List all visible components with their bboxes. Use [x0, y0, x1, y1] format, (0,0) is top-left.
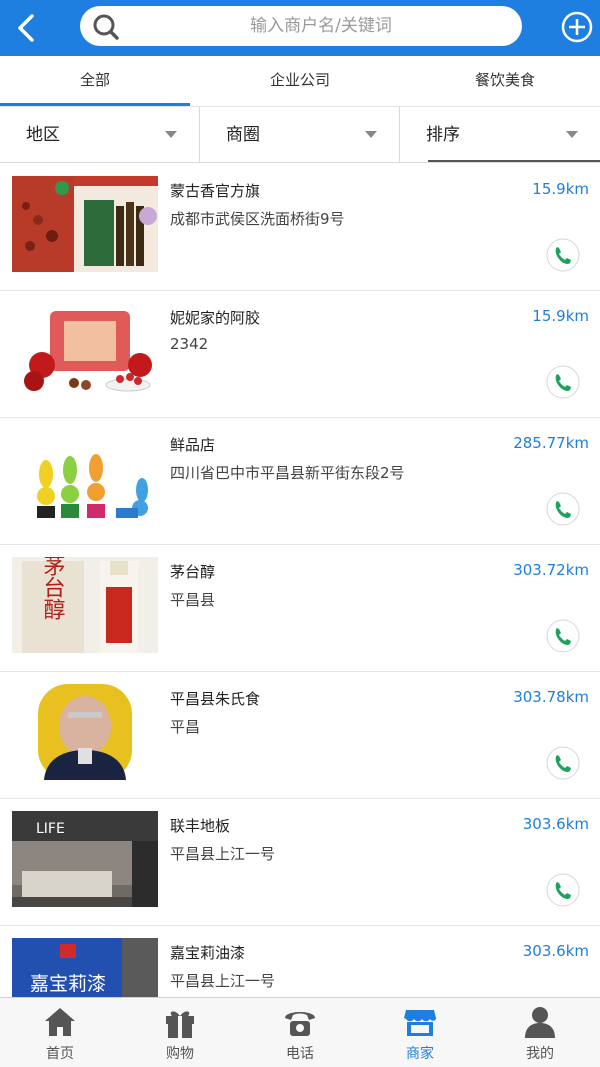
merchant-address: 成都市武侯区洗面桥街9号	[170, 210, 345, 228]
merchant-address: 平昌县上江一号	[170, 972, 276, 990]
active-tab-indicator	[0, 103, 190, 106]
list-item[interactable]: 鲜品店 四川省巴中市平昌县新平街东段2号 285.77km	[0, 418, 600, 545]
merchant-distance: 15.9km	[532, 180, 589, 198]
merchant-distance: 303.78km	[513, 688, 589, 706]
list-item[interactable]: LIFE 联丰地板 平昌县上江一号 303.6km	[0, 799, 600, 926]
phone-call-icon[interactable]	[546, 746, 580, 780]
home-icon	[45, 1008, 75, 1036]
caret-down-icon	[566, 131, 578, 138]
nav-home-label: 首页	[46, 1046, 74, 1062]
sort-underline	[428, 160, 600, 162]
phone-call-icon[interactable]	[546, 619, 580, 653]
phone-call-icon[interactable]	[546, 492, 580, 526]
merchant-distance: 303.72km	[513, 561, 589, 579]
merchant-name: 平昌县朱氏食	[170, 690, 261, 708]
plus-circle-icon[interactable]	[560, 10, 594, 44]
merchant-name: 嘉宝莉油漆	[170, 944, 246, 962]
search-input[interactable]: 输入商户名/关键词	[80, 6, 522, 46]
header-bar: 输入商户名/关键词	[0, 0, 600, 56]
nav-merchants-label: 商家	[406, 1046, 434, 1062]
merchant-thumbnail	[12, 684, 158, 780]
search-placeholder: 输入商户名/关键词	[250, 16, 392, 36]
merchant-thumbnail	[12, 303, 158, 399]
filter-region[interactable]: 地区	[0, 107, 200, 163]
phone-call-icon[interactable]	[546, 873, 580, 907]
list-item[interactable]: 茅台醇 茅台醇 平昌县 303.72km	[0, 545, 600, 672]
nav-phone[interactable]: 电话	[240, 998, 360, 1067]
merchant-name: 鲜品店	[170, 436, 216, 454]
tab-food[interactable]: 餐饮美食	[410, 56, 600, 107]
merchant-address: 平昌县	[170, 591, 216, 609]
tab-company[interactable]: 企业公司	[205, 56, 395, 107]
filter-sort-label: 排序	[426, 125, 460, 145]
merchant-distance: 285.77km	[513, 434, 589, 452]
merchant-thumbnail: LIFE	[12, 811, 158, 907]
nav-shopping[interactable]: 购物	[120, 998, 240, 1067]
nav-mine-label: 我的	[526, 1046, 554, 1062]
merchant-name: 茅台醇	[170, 563, 216, 581]
filter-bar: 地区 商圈 排序	[0, 107, 600, 163]
merchant-address: 四川省巴中市平昌县新平街东段2号	[170, 464, 405, 482]
user-icon	[525, 1007, 555, 1038]
filter-region-label: 地区	[26, 125, 60, 145]
merchant-address: 平昌县上江一号	[170, 845, 276, 863]
merchant-thumbnail	[12, 176, 158, 272]
merchant-distance: 303.6km	[522, 815, 589, 833]
filter-sort[interactable]: 排序	[400, 107, 600, 163]
thumb-text: 茅台醇	[40, 557, 66, 620]
filter-district-label: 商圈	[226, 125, 260, 145]
gift-icon	[166, 1011, 194, 1038]
category-tabs: 全部 企业公司 餐饮美食	[0, 56, 600, 107]
app-root: 输入商户名/关键词 全部 企业公司 餐饮美食 地区 商圈 排序 蒙古香官方旗 成…	[0, 0, 600, 1067]
caret-down-icon	[365, 131, 377, 138]
store-icon	[404, 1010, 436, 1036]
list-item[interactable]: 妮妮家的阿胶 2342 15.9km	[0, 291, 600, 418]
list-item[interactable]: 平昌县朱氏食 平昌 303.78km	[0, 672, 600, 799]
tab-all[interactable]: 全部	[0, 56, 190, 107]
phone-icon	[285, 1012, 315, 1036]
thumb-text: LIFE	[36, 821, 65, 837]
list-item[interactable]: 蒙古香官方旗 成都市武侯区洗面桥街9号 15.9km	[0, 164, 600, 291]
merchant-distance: 15.9km	[532, 307, 589, 325]
back-button[interactable]	[6, 8, 46, 48]
nav-mine[interactable]: 我的	[480, 998, 600, 1067]
back-arrow-icon	[18, 14, 34, 42]
thumb-text: 嘉宝莉漆	[30, 973, 106, 995]
merchant-thumbnail	[12, 430, 158, 526]
merchant-name: 联丰地板	[170, 817, 231, 835]
bottom-navigation: 首页 购物 电话 商家 我的	[0, 997, 600, 1067]
merchant-name: 妮妮家的阿胶	[170, 309, 261, 327]
caret-down-icon	[165, 131, 177, 138]
merchant-thumbnail: 茅台醇	[12, 557, 158, 653]
merchant-address: 2342	[170, 335, 209, 353]
nav-shopping-label: 购物	[166, 1046, 194, 1062]
merchant-list: 蒙古香官方旗 成都市武侯区洗面桥街9号 15.9km 妮妮家的阿胶 2342 1…	[0, 164, 600, 1053]
phone-call-icon[interactable]	[546, 238, 580, 272]
merchant-distance: 303.6km	[522, 942, 589, 960]
nav-phone-label: 电话	[286, 1046, 314, 1062]
filter-district[interactable]: 商圈	[200, 107, 400, 163]
phone-call-icon[interactable]	[546, 365, 580, 399]
merchant-name: 蒙古香官方旗	[170, 182, 261, 200]
merchant-address: 平昌	[170, 718, 201, 736]
nav-home[interactable]: 首页	[0, 998, 120, 1067]
nav-merchants[interactable]: 商家	[360, 998, 480, 1067]
